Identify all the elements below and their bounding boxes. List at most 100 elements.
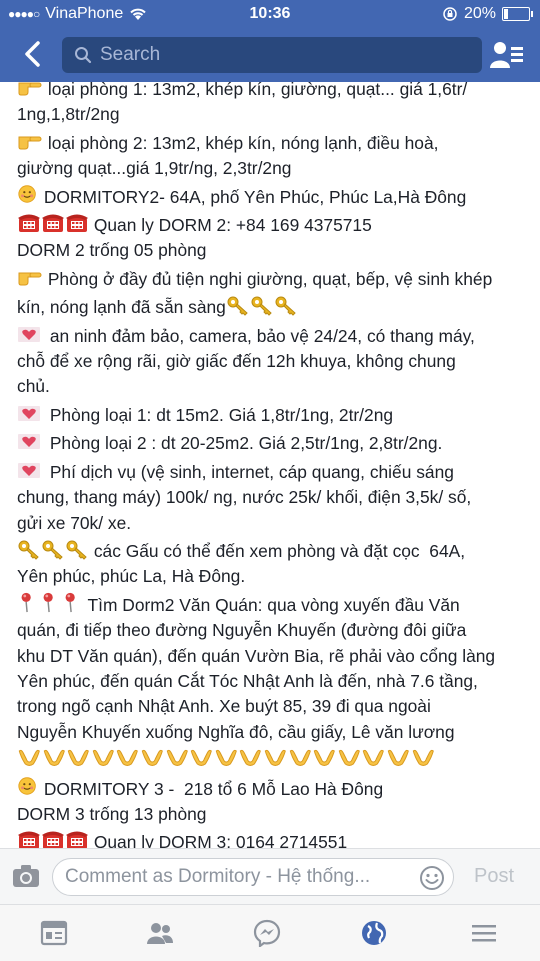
key-icon [227,296,248,316]
raising-hands-icon [338,750,360,767]
telephone-icon [66,831,88,848]
friends-icon[interactable] [146,919,174,947]
raising-hands-icon [166,750,188,767]
heart-icon [18,434,40,450]
post-line-text: trong ngõ cạnh Nhật Anh. Xe buýt 85, 39 … [17,696,431,717]
post-line-text: loại phòng 1: 13m2, khép kín, giường, qu… [43,82,468,99]
post-line: Phí dịch vụ (vệ sinh, internet, cáp quan… [17,457,527,485]
post-line-text: DORM 2 trống 05 phòng [17,240,207,261]
back-arrow-icon[interactable] [18,38,50,70]
post-line-text: các Gấu có thể đến xem phòng và đặt cọc … [89,540,466,561]
post-line-text: Phí dịch vụ (vệ sinh, internet, cáp quan… [45,461,454,482]
post-line: DORM 2 trống 05 phòng [17,238,527,263]
smiley-icon [18,776,36,795]
friends-list-icon[interactable] [490,40,524,70]
raising-hands-icon [18,750,40,767]
news-feed-icon[interactable] [40,919,68,947]
post-line-text: an ninh đảm bảo, camera, bảo vệ 24/24, c… [45,325,475,346]
post-line-text: Phòng ở đầy đủ tiện nghi giường, quạt, b… [43,268,493,289]
post-line: Phòng loại 2 : dt 20-25m2. Giá 2,5tr/1ng… [17,428,527,456]
post-line-text: Yên phúc, phúc La, Hà Đông. [17,566,246,587]
post-line: Nguyễn Khuyến xuống Nghĩa đô, cầu giấy, … [17,720,527,745]
post-line-text: loại phòng 2: 13m2, khép kín, nóng lạnh,… [43,132,439,153]
post-line: loại phòng 2: 13m2, khép kín, nóng lạnh,… [17,128,527,156]
post-line: Yên phúc, đến quán Cắt Tóc Nhật Anh là đ… [17,669,527,694]
post-line: khu DT Văn quán), đến quán Vườn Bia, rẽ … [17,644,527,669]
raising-hands-icon [92,750,114,767]
key-icon [66,540,87,560]
messenger-icon[interactable] [253,919,281,947]
post-line-text: DORM 3 trống 13 phòng [17,803,207,824]
post-line-text: gửi xe 70k/ xe. [17,512,132,533]
post-text: loại phòng 1: 13m2, khép kín, giường, qu… [17,82,527,848]
raising-hands-icon [264,750,286,767]
key-icon [275,296,296,316]
post-line: Phòng loại 1: dt 15m2. Giá 1,8tr/1ng, 2t… [17,400,527,428]
post-line: Quan ly DORM 2: +84 169 4375715 [17,210,527,238]
status-bar: ●●●●○ VinaPhone 10:36 20% [0,0,540,28]
raising-hands-icon [141,750,163,767]
comment-placeholder: Comment as Dormitory - Hệ thống... [65,866,371,887]
post-line-text: 1ng,1,8tr/2ng [17,104,120,125]
battery-icon [502,7,533,21]
post-line: Phòng ở đầy đủ tiện nghi giường, quạt, b… [17,264,527,292]
post-line-text: Tìm Dorm2 Văn Quán: qua vòng xuyến đầu V… [83,594,460,615]
raising-hands-icon [215,750,237,767]
heart-icon [18,405,40,421]
post-line-text: Yên phúc, đến quán Cắt Tóc Nhật Anh là đ… [17,670,478,691]
search-input[interactable]: Search [62,37,482,73]
smiley-icon [18,184,36,203]
post-line: chủ. [17,374,527,399]
post-line: an ninh đảm bảo, camera, bảo vệ 24/24, c… [17,321,527,349]
key-icon [251,296,272,316]
post-line [17,745,527,773]
raising-hands-icon [412,750,434,767]
comment-input[interactable]: Comment as Dormitory - Hệ thống... [52,858,454,896]
key-icon [18,540,39,560]
raising-hands-icon [43,750,65,767]
raising-hands-icon [190,750,213,767]
raising-hands-icon [313,750,335,767]
raising-hands-icon [289,750,311,767]
post-line: trong ngõ cạnh Nhật Anh. Xe buýt 85, 39 … [17,694,527,719]
post-line: quán, đi tiếp theo đường Nguyễn Khuyến (… [17,618,527,643]
telephone-icon [18,214,40,233]
pushpin-icon [21,592,31,612]
post-line-text: khu DT Văn quán), đến quán Vườn Bia, rẽ … [17,645,496,666]
pushpin-icon [65,592,75,612]
battery-percent: 20% [463,5,496,22]
post-line-text: Phòng loại 1: dt 15m2. Giá 1,8tr/1ng, 2t… [45,404,394,425]
key-icon [42,540,63,560]
tab-bar [0,904,540,961]
telephone-icon [42,214,64,233]
search-placeholder: Search [100,44,161,65]
post-button[interactable]: Post [474,865,514,888]
post-line-text: Quan ly DORM 3: 0164 2714551 [89,832,348,848]
post-line-text: chủ. [17,376,50,397]
post-line-text: Nguyễn Khuyến xuống Nghĩa đô, cầu giấy, … [17,721,455,742]
post-line-text: giường quạt...giá 1,9tr/ng, 2,3tr/2ng [17,158,292,179]
sticker-icon[interactable] [419,865,445,891]
telephone-icon [66,214,88,233]
post-line: DORM 3 trống 13 phòng [17,802,527,827]
heart-icon [18,462,40,478]
camera-icon[interactable] [12,864,40,888]
post-line-text: DORMITORY2- 64A, phố Yên Phúc, Phúc La,H… [39,186,467,207]
post-line-text: kín, nóng lạnh đã sẵn sàng [17,297,226,318]
nav-bar: Search [0,28,540,82]
raising-hands-icon [363,750,385,767]
raising-hands-icon [117,750,139,767]
menu-icon[interactable] [470,919,498,947]
raising-hands-icon [240,750,262,767]
post-line: DORMITORY2- 64A, phố Yên Phúc, Phúc La,H… [17,182,527,210]
heart-icon [18,326,40,342]
post-line-text: Quan ly DORM 2: +84 169 4375715 [89,215,372,236]
comment-composer: Comment as Dormitory - Hệ thống... Post [0,848,540,905]
pointing-hand-icon [18,272,42,286]
telephone-icon [42,831,64,848]
pointing-hand-icon [18,82,42,96]
post-line: Quan ly DORM 3: 0164 2714551 [17,827,527,848]
post-line: giường quạt...giá 1,9tr/ng, 2,3tr/2ng [17,156,527,181]
globe-icon[interactable] [360,919,388,947]
pointing-hand-icon [18,136,42,150]
